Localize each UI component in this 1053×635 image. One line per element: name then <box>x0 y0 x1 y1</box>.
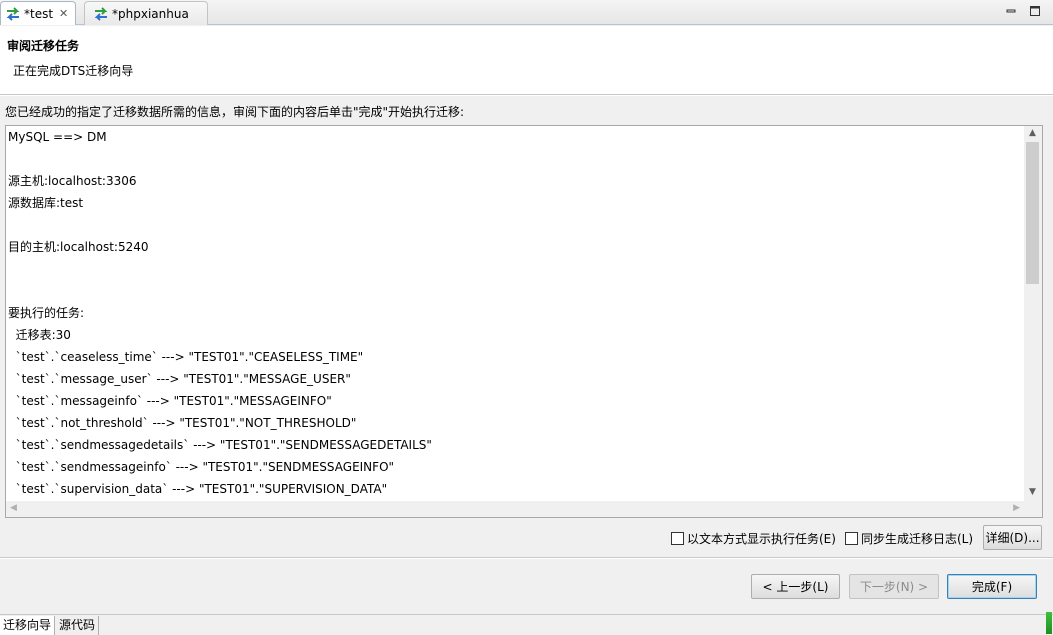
sync-log-label: 同步生成迁移日志(L) <box>861 532 974 546</box>
summary-line: 目的主机:localhost:5240 <box>8 240 149 254</box>
tab-test[interactable]: *test ✕ <box>0 1 76 25</box>
summary-line: 迁移表:30 <box>8 328 71 342</box>
sync-log-checkbox[interactable] <box>845 532 858 545</box>
close-icon[interactable]: ✕ <box>59 7 68 20</box>
summary-line: `test`.`sendmessagedetails` ---> "TEST01… <box>8 438 432 452</box>
status-indicator <box>1046 612 1052 634</box>
migrate-arrows-icon <box>6 6 20 21</box>
minimize-icon[interactable] <box>1004 4 1018 18</box>
summary-line: `test`.`supervision_data` ---> "TEST01".… <box>8 482 388 496</box>
summary-line: `test`.`sendmessageinfo` ---> "TEST01"."… <box>8 460 395 474</box>
scroll-thumb[interactable] <box>1026 142 1039 284</box>
show-as-text-option[interactable]: 以文本方式显示执行任务(E) <box>671 530 836 547</box>
summary-line: MySQL ==> DM <box>8 130 107 144</box>
tab-label: *phpxianhua <box>112 6 189 21</box>
wizard-header: 审阅迁移任务 正在完成DTS迁移向导 <box>0 26 1053 95</box>
tab-source-code[interactable]: 源代码 <box>56 616 100 635</box>
summary-line: `test`.`message_user` ---> "TEST01"."MES… <box>8 372 351 386</box>
details-button[interactable]: 详细(D)... <box>983 525 1042 550</box>
summary-line: `test`.`not_threshold` ---> "TEST01"."NO… <box>8 416 357 430</box>
summary-line: `test`.`messageinfo` ---> "TEST01"."MESS… <box>8 394 332 408</box>
editor-tab-bar: *test ✕ *phpxianhua <box>0 0 1053 25</box>
maximize-icon[interactable] <box>1028 4 1042 18</box>
summary-line: 源主机:localhost:3306 <box>8 174 137 188</box>
migrate-arrows-icon <box>94 6 108 21</box>
intro-text: 您已经成功的指定了迁移数据所需的信息，审阅下面的内容后单击"完成"开始执行迁移: <box>5 105 465 119</box>
summary-line <box>8 280 1024 302</box>
summary-lines: MySQL ==> DM 源主机:localhost:3306 源数据库:test 目… <box>8 126 1024 501</box>
summary-line <box>8 258 1024 280</box>
horizontal-scrollbar[interactable]: ◀ ▶ <box>6 501 1042 517</box>
sync-log-option[interactable]: 同步生成迁移日志(L) <box>845 530 973 547</box>
show-as-text-checkbox[interactable] <box>671 532 684 545</box>
summary-line: `test`.`ceaseless_time` ---> "TEST01"."C… <box>8 350 364 364</box>
tab-label: *test <box>24 6 54 21</box>
show-as-text-label: 以文本方式显示执行任务(E) <box>687 532 836 546</box>
scroll-right-icon[interactable]: ▶ <box>1013 503 1020 513</box>
tab-migration-wizard[interactable]: 迁移向导 <box>0 616 56 635</box>
header-divider <box>0 95 1053 96</box>
summary-line: 要执行的任务: <box>8 306 85 320</box>
summary-line <box>8 148 1024 170</box>
summary-text-area[interactable]: MySQL ==> DM 源主机:localhost:3306 源数据库:test 目… <box>5 125 1043 518</box>
bottom-tab-bar: 迁移向导 源代码 <box>0 612 1053 635</box>
page-title: 审阅迁移任务 <box>7 39 80 53</box>
scroll-down-icon[interactable]: ▼ <box>1029 487 1036 497</box>
divider-highlight <box>0 558 1053 559</box>
summary-line <box>8 214 1024 236</box>
summary-line: 源数据库:test <box>8 196 84 210</box>
vertical-scrollbar[interactable]: ▲ ▼ <box>1024 126 1042 501</box>
page-description: 正在完成DTS迁移向导 <box>13 64 134 78</box>
back-button[interactable]: < 上一步(L) <box>751 574 840 599</box>
tab-phpxianhua[interactable]: *phpxianhua <box>84 1 208 25</box>
scroll-left-icon[interactable]: ◀ <box>10 503 17 513</box>
finish-button[interactable]: 完成(F) <box>947 574 1037 599</box>
scroll-up-icon[interactable]: ▲ <box>1029 128 1036 138</box>
next-button[interactable]: 下一步(N) > <box>849 574 939 599</box>
